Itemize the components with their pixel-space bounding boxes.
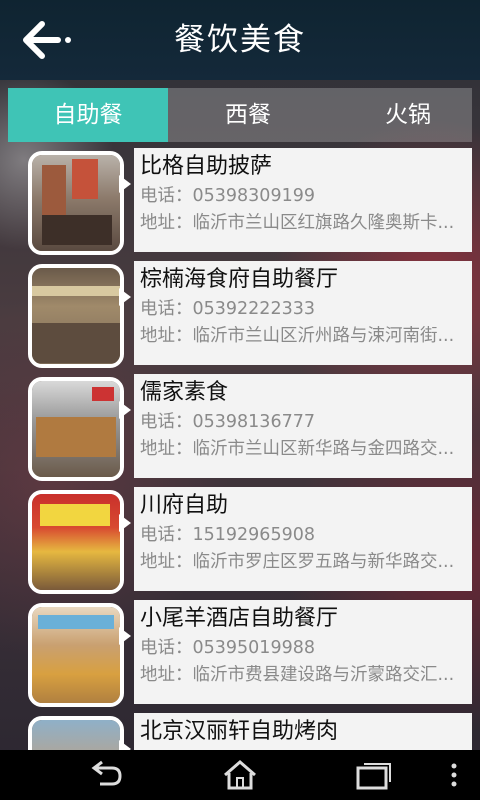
thumb-pointer xyxy=(119,514,131,532)
restaurant-card[interactable]: 北京汉丽轩自助烤肉 xyxy=(134,713,472,750)
restaurant-photo xyxy=(28,490,124,594)
thumb-pointer xyxy=(119,288,131,306)
restaurant-phone: 电话：05398136777 xyxy=(140,412,315,432)
list-item[interactable]: 棕楠海食府自助餐厅 电话：05392222333 地址：临沂市兰山区沂州路与涑河… xyxy=(0,258,480,368)
restaurant-name: 小尾羊酒店自助餐厅 xyxy=(140,606,339,631)
app-header: 餐饮美食 xyxy=(0,0,480,80)
nav-home-button[interactable] xyxy=(215,758,265,792)
restaurant-address: 地址：临沂市兰山区新华路与金四路交... xyxy=(140,439,455,459)
restaurant-address: 地址：临沂市兰山区沂州路与涑河南街... xyxy=(140,326,455,346)
system-nav-bar xyxy=(0,750,480,800)
restaurant-photo xyxy=(28,151,124,255)
restaurant-card[interactable]: 儒家素食 电话：05398136777 地址：临沂市兰山区新华路与金四路交... xyxy=(134,374,472,478)
restaurant-card[interactable]: 川府自助 电话：15192965908 地址：临沂市罗庄区罗五路与新华路交... xyxy=(134,487,472,591)
list-item[interactable]: 小尾羊酒店自助餐厅 电话：05395019988 地址：临沂市费县建设路与沂蒙路… xyxy=(0,597,480,707)
restaurant-name: 川府自助 xyxy=(140,493,229,518)
thumb-pointer xyxy=(119,740,131,750)
category-tabs: 自助餐 西餐 火锅 xyxy=(8,88,472,142)
nav-back-icon xyxy=(91,760,122,786)
tab-buffet[interactable]: 自助餐 xyxy=(8,88,168,142)
restaurant-list: 比格自助披萨 电话：05398309199 地址：临沂市兰山区红旗路久隆奥斯卡.… xyxy=(0,145,480,750)
nav-menu-icon xyxy=(451,763,457,787)
restaurant-card[interactable]: 棕楠海食府自助餐厅 电话：05392222333 地址：临沂市兰山区沂州路与涑河… xyxy=(134,261,472,365)
restaurant-name: 北京汉丽轩自助烤肉 xyxy=(140,719,339,744)
tab-western[interactable]: 西餐 xyxy=(168,88,328,142)
nav-menu-button[interactable] xyxy=(434,758,474,792)
restaurant-name: 棕楠海食府自助餐厅 xyxy=(140,267,339,292)
restaurant-card[interactable]: 比格自助披萨 电话：05398309199 地址：临沂市兰山区红旗路久隆奥斯卡.… xyxy=(134,148,472,252)
nav-home-icon xyxy=(224,760,256,790)
restaurant-phone: 电话：05395019988 xyxy=(140,638,315,658)
restaurant-address: 地址：临沂市兰山区红旗路久隆奥斯卡... xyxy=(140,213,455,233)
restaurant-name: 儒家素食 xyxy=(140,380,229,405)
page-title: 餐饮美食 xyxy=(174,22,306,58)
thumb-pointer xyxy=(119,175,131,193)
restaurant-address: 地址：临沂市费县建设路与沂蒙路交汇... xyxy=(140,665,455,685)
list-item[interactable]: 川府自助 电话：15192965908 地址：临沂市罗庄区罗五路与新华路交... xyxy=(0,484,480,594)
thumb-pointer xyxy=(119,401,131,419)
restaurant-address: 地址：临沂市罗庄区罗五路与新华路交... xyxy=(140,552,455,572)
restaurant-name: 比格自助披萨 xyxy=(140,154,273,179)
thumb-pointer xyxy=(119,627,131,645)
tab-hotpot[interactable]: 火锅 xyxy=(328,88,480,142)
nav-recent-apps-icon xyxy=(356,763,391,790)
restaurant-phone: 电话：05392222333 xyxy=(140,299,315,319)
list-item[interactable]: 儒家素食 电话：05398136777 地址：临沂市兰山区新华路与金四路交... xyxy=(0,371,480,481)
restaurant-phone: 电话：05398309199 xyxy=(140,186,315,206)
restaurant-photo xyxy=(28,716,124,750)
restaurant-card[interactable]: 小尾羊酒店自助餐厅 电话：05395019988 地址：临沂市费县建设路与沂蒙路… xyxy=(134,600,472,704)
restaurant-photo xyxy=(28,603,124,707)
restaurant-photo xyxy=(28,377,124,481)
nav-recent-apps-button[interactable] xyxy=(348,758,398,792)
restaurant-phone: 电话：15192965908 xyxy=(140,525,315,545)
list-item[interactable]: 比格自助披萨 电话：05398309199 地址：临沂市兰山区红旗路久隆奥斯卡.… xyxy=(0,145,480,255)
restaurant-photo xyxy=(28,264,124,368)
nav-back-button[interactable] xyxy=(82,758,132,792)
list-item[interactable]: 北京汉丽轩自助烤肉 xyxy=(0,710,480,750)
